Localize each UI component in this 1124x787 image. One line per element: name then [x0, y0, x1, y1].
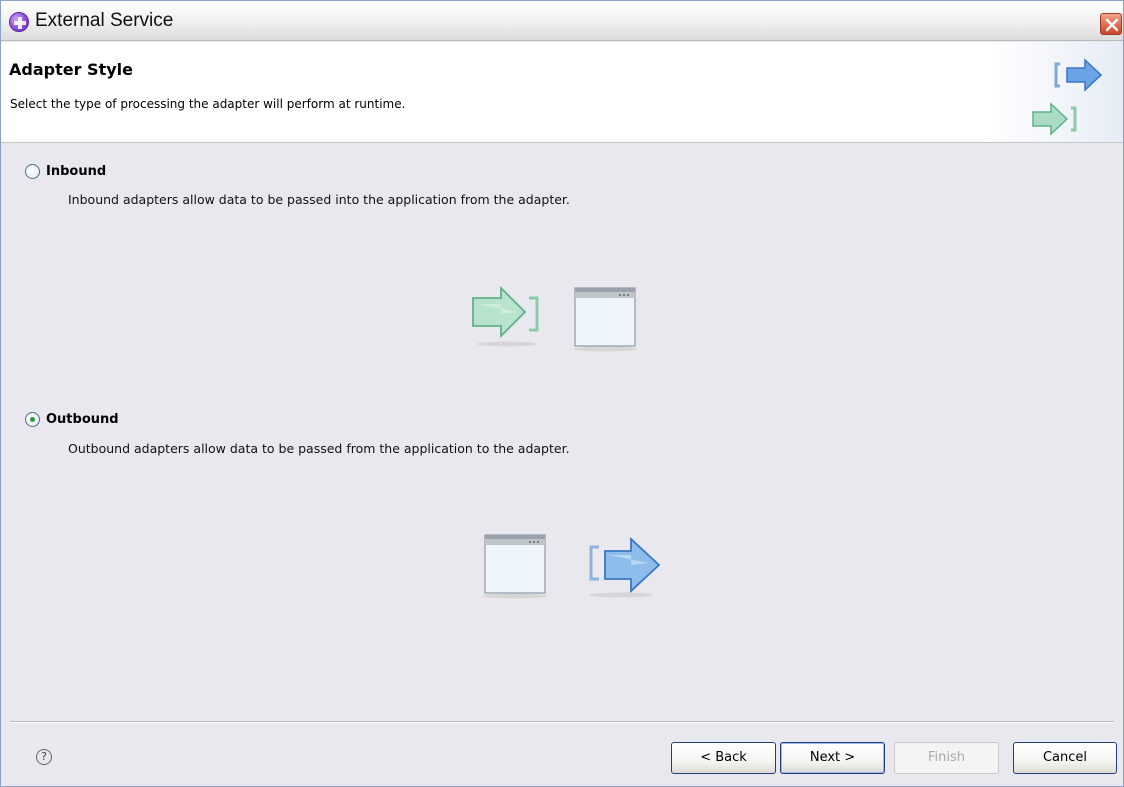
- back-button[interactable]: < Back: [671, 742, 776, 774]
- window-title: External Service: [35, 10, 174, 31]
- inbound-description: Inbound adapters allow data to be passed…: [68, 192, 570, 207]
- external-service-dialog: External Service Adapter Style Select th…: [0, 0, 1124, 787]
- finish-button[interactable]: Finish: [894, 742, 999, 774]
- cancel-button[interactable]: Cancel: [1013, 742, 1117, 774]
- app-plugin-icon: [9, 12, 29, 32]
- title-bar[interactable]: External Service: [1, 1, 1123, 41]
- outbound-radio-button[interactable]: [25, 412, 40, 427]
- help-icon[interactable]: ?: [36, 749, 52, 765]
- outbound-description: Outbound adapters allow data to be passe…: [68, 441, 570, 456]
- inbound-label: Inbound: [46, 164, 107, 179]
- inbound-radio-option[interactable]: Inbound: [25, 164, 106, 179]
- close-button[interactable]: [1100, 13, 1122, 35]
- outbound-radio-option[interactable]: Outbound: [25, 412, 119, 427]
- page-title: Adapter Style: [9, 60, 133, 79]
- outbound-illustration: [483, 534, 661, 599]
- next-button[interactable]: Next >: [780, 742, 885, 774]
- outbound-label: Outbound: [46, 412, 119, 427]
- footer-divider: [10, 721, 1114, 723]
- wizard-header: Adapter Style Select the type of process…: [1, 42, 1123, 143]
- inbound-illustration: [472, 285, 637, 352]
- page-description: Select the type of processing the adapte…: [10, 97, 406, 111]
- close-icon: [1105, 18, 1119, 32]
- inbound-radio-button[interactable]: [25, 164, 40, 179]
- adapter-style-banner-icon: [1032, 58, 1103, 136]
